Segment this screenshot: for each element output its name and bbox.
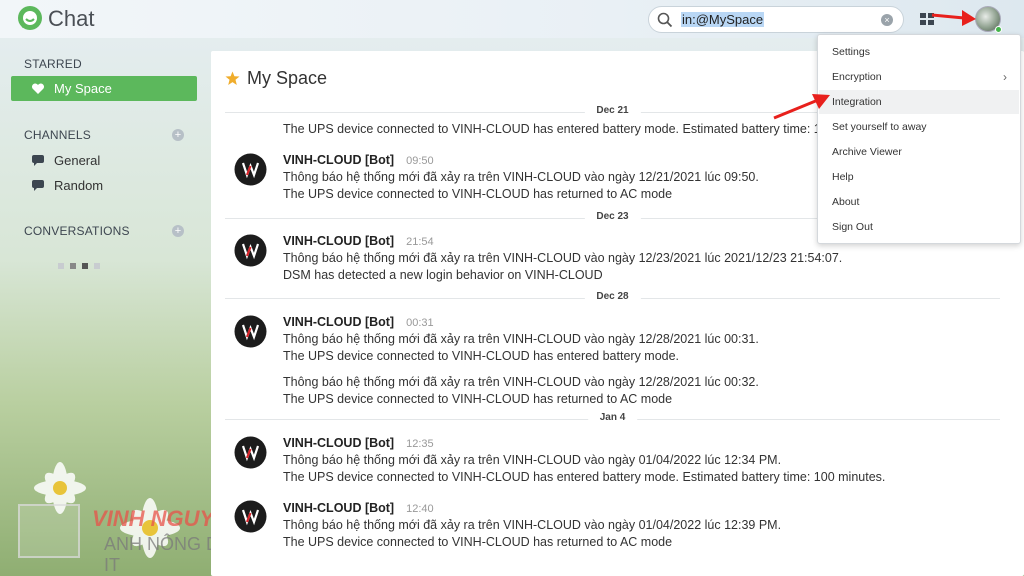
menu-item-label: Set yourself to away (832, 121, 927, 133)
channels-heading: CHANNELS (24, 128, 91, 142)
message-time: 21:54 (406, 236, 434, 248)
date-label: Jan 4 (587, 412, 638, 423)
message-text: Thông báo hệ thống mới đã xảy ra trên VI… (283, 518, 782, 532)
menu-item-encryption[interactable]: Encryption › (819, 65, 1019, 89)
message-text: DSM has detected a new login behavior on… (283, 268, 603, 282)
message-text: The UPS device connected to VINH-CLOUD h… (283, 122, 821, 136)
sender-name[interactable]: VINH-CLOUD [Bot] (283, 501, 394, 515)
bot-avatar-icon[interactable] (234, 153, 267, 186)
menu-item-set-away[interactable]: Set yourself to away (819, 115, 1019, 139)
menu-item-settings[interactable]: Settings (819, 40, 1019, 64)
annotation-arrow-integration (773, 94, 830, 120)
channel-header: My Space (225, 68, 327, 89)
sender-name[interactable]: VINH-CLOUD [Bot] (283, 153, 394, 167)
watermark-logo-icon (18, 504, 80, 558)
online-status-dot (995, 26, 1002, 33)
sender-name[interactable]: VINH-CLOUD [Bot] (283, 436, 394, 450)
chat-logo-icon (18, 6, 42, 30)
app-title: Chat (48, 6, 95, 31)
menu-item-integration[interactable]: Integration (819, 90, 1019, 114)
message-header: VINH-CLOUD [Bot] 21:54 (283, 234, 434, 248)
message-text: The UPS device connected to VINH-CLOUD h… (283, 392, 673, 406)
bot-avatar-icon[interactable] (234, 234, 267, 267)
app-logo[interactable]: Chat (16, 5, 94, 33)
user-menu: Settings Encryption › Integration Set yo… (817, 34, 1021, 244)
message-text: Thông báo hệ thống mới đã xảy ra trên VI… (283, 375, 759, 389)
add-conversation-button[interactable]: + (172, 225, 184, 237)
search-query-text: in:@MySpace (681, 12, 765, 27)
menu-item-label: Archive Viewer (832, 146, 902, 158)
menu-item-archive-viewer[interactable]: Archive Viewer (819, 140, 1019, 164)
menu-item-label: Settings (832, 46, 870, 58)
message-text: The UPS device connected to VINH-CLOUD h… (283, 535, 673, 549)
chevron-right-icon: › (1003, 70, 1007, 84)
sidebar-item-label: General (54, 153, 101, 168)
message-header: VINH-CLOUD [Bot] 12:40 (283, 501, 434, 515)
sidebar-item-label: My Space (54, 81, 112, 96)
message-text: The UPS device connected to VINH-CLOUD h… (283, 349, 680, 363)
message-text: The UPS device connected to VINH-CLOUD h… (283, 187, 673, 201)
message-text: Thông báo hệ thống mới đã xảy ra trên VI… (283, 251, 843, 265)
sender-name[interactable]: VINH-CLOUD [Bot] (283, 234, 394, 248)
menu-item-about[interactable]: About (819, 190, 1019, 214)
chat-bubble-icon (32, 179, 44, 191)
message-text: Thông báo hệ thống mới đã xảy ra trên VI… (283, 170, 759, 184)
sidebar: STARRED My Space CHANNELS + General Rand… (0, 38, 210, 576)
sender-name[interactable]: VINH-CLOUD [Bot] (283, 315, 394, 329)
sidebar-item-general[interactable]: General (32, 153, 100, 168)
menu-item-label: Integration (832, 96, 882, 108)
loading-indicator (58, 256, 106, 274)
message-time: 09:50 (406, 155, 434, 167)
message-time: 12:35 (406, 438, 434, 450)
menu-item-help[interactable]: Help (819, 165, 1019, 189)
starred-heading: STARRED (24, 57, 82, 71)
menu-item-label: About (832, 196, 860, 208)
date-label: Dec 28 (584, 291, 641, 302)
message-text: Thông báo hệ thống mới đã xảy ra trên VI… (283, 332, 759, 346)
message-text: Thông báo hệ thống mới đã xảy ra trên VI… (283, 453, 782, 467)
message-header: VINH-CLOUD [Bot] 12:35 (283, 436, 434, 450)
bot-avatar-icon[interactable] (234, 500, 267, 533)
sidebar-item-random[interactable]: Random (32, 178, 103, 193)
sidebar-item-label: Random (54, 178, 104, 193)
conversations-heading: CONVERSATIONS (24, 224, 130, 238)
clear-search-icon[interactable]: × (881, 14, 893, 26)
bot-avatar-icon[interactable] (234, 315, 267, 348)
menu-item-sign-out[interactable]: Sign Out (819, 215, 1019, 239)
menu-item-label: Encryption (832, 71, 882, 83)
search-box[interactable]: in:@MySpace × (648, 6, 904, 33)
bot-avatar-icon[interactable] (234, 436, 267, 469)
message-time: 00:31 (406, 317, 434, 329)
date-separator: Jan 4 (225, 412, 1000, 423)
message-header: VINH-CLOUD [Bot] 09:50 (283, 153, 434, 167)
message-text: The UPS device connected to VINH-CLOUD h… (283, 470, 886, 484)
annotation-arrow-avatar (931, 10, 976, 26)
heart-icon (31, 82, 45, 94)
date-separator: Dec 28 (225, 291, 1000, 302)
star-icon[interactable] (225, 71, 240, 86)
search-icon (657, 12, 673, 28)
date-label: Dec 21 (584, 105, 641, 116)
menu-item-label: Sign Out (832, 221, 873, 233)
sidebar-item-my-space[interactable]: My Space (11, 76, 197, 101)
menu-item-label: Help (832, 171, 854, 183)
add-channel-button[interactable]: + (172, 129, 184, 141)
chat-bubble-icon (32, 154, 44, 166)
message-time: 12:40 (406, 503, 434, 515)
page-title: My Space (247, 68, 328, 88)
search-input[interactable]: in:@MySpace (681, 12, 881, 29)
date-label: Dec 23 (584, 211, 641, 222)
message-header: VINH-CLOUD [Bot] 00:31 (283, 315, 434, 329)
top-bar: Chat in:@MySpace × (0, 0, 1024, 38)
